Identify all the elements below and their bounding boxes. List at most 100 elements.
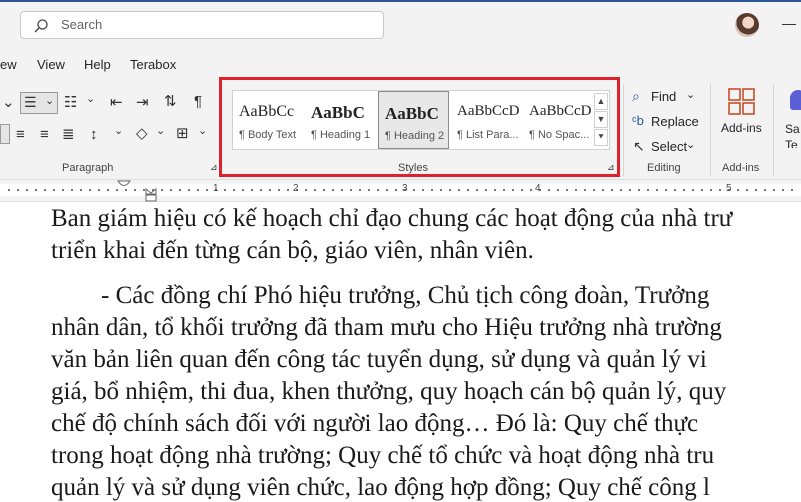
menu-terabox[interactable]: Terabox — [130, 57, 176, 72]
chevron-down-icon: ⌄ — [45, 95, 55, 107]
numbering-button[interactable]: ☰ ⌄ — [20, 92, 58, 114]
document-line[interactable]: Ban giám hiệu có kế hoạch chỉ đạo chung … — [51, 205, 732, 233]
search-icon — [34, 19, 48, 33]
document-line[interactable]: giá, bổ nhiệm, thi đua, khen thưởng, quy… — [51, 378, 726, 406]
document-line[interactable]: chế độ chính sách đối với người lao động… — [51, 410, 698, 438]
paragraph-dialog-launcher-icon[interactable]: ⊿ — [210, 163, 218, 172]
document-line[interactable]: nhân dân, tổ khối trưởng đã tham mưu cho… — [51, 314, 722, 342]
ruler-tick — [116, 189, 118, 191]
menu-view[interactable]: View — [37, 57, 65, 72]
multilevel-list-icon[interactable]: ☷ — [64, 95, 77, 110]
avatar[interactable] — [735, 13, 759, 37]
search-input[interactable]: Search — [61, 17, 102, 32]
ruler-tick — [386, 189, 388, 191]
search-box[interactable]: Search — [20, 11, 384, 39]
borders-icon[interactable]: ⊞ — [176, 126, 189, 141]
hanging-indent-marker-icon[interactable] — [144, 188, 158, 202]
ruler-tick — [431, 189, 433, 191]
document-line[interactable]: triển khai đến từng cán bộ, giáo viên, n… — [51, 237, 534, 265]
ruler-tick — [269, 189, 271, 191]
ruler-number: 5 — [726, 183, 732, 194]
align-right-icon[interactable]: ≡ — [40, 127, 49, 142]
ruler-tick — [575, 189, 577, 191]
replace-button[interactable]: ᶜb Replace — [632, 113, 702, 131]
save-icon — [790, 90, 801, 110]
ruler-number: 1 — [213, 183, 219, 194]
ruler-tick — [620, 189, 622, 191]
ruler-tick — [521, 189, 523, 191]
decrease-indent-icon[interactable]: ⇤ — [110, 95, 123, 110]
ruler-tick — [764, 189, 766, 191]
chevron-down-icon[interactable]: ⌄ — [114, 126, 123, 137]
ruler-tick — [341, 189, 343, 191]
justify-icon[interactable]: ≣ — [62, 127, 75, 142]
chevron-down-icon[interactable]: ⌄ — [198, 126, 207, 137]
divider — [710, 84, 711, 176]
divider — [623, 84, 624, 176]
ruler-tick — [566, 189, 568, 191]
menu-help[interactable]: Help — [84, 57, 111, 72]
minimize-icon[interactable] — [782, 24, 796, 25]
ruler-tick — [305, 189, 307, 191]
ruler-tick — [44, 189, 46, 191]
ruler-tick — [80, 189, 82, 191]
ruler-tick — [314, 189, 316, 191]
ruler-tick — [251, 189, 253, 191]
document-line[interactable]: - Các đồng chí Phó hiệu trưởng, Chủ tịch… — [51, 282, 709, 310]
ruler-tick — [161, 189, 163, 191]
ruler-number: 4 — [535, 183, 541, 194]
ruler-tick — [35, 189, 37, 191]
align-center-icon[interactable]: ≡ — [16, 127, 25, 142]
ruler-tick — [260, 189, 262, 191]
ruler-tick — [377, 189, 379, 191]
ruler-tick — [26, 189, 28, 191]
replace-icon: ᶜb — [632, 113, 644, 128]
ruler-tick — [584, 189, 586, 191]
chevron-down-icon[interactable]: ⌄ — [86, 94, 95, 105]
ruler-tick — [152, 189, 154, 191]
save-to-terabox-button[interactable]: Sa Te — [782, 88, 801, 148]
ruler-tick — [359, 189, 361, 191]
ruler-tick — [611, 189, 613, 191]
add-ins-button[interactable]: Add-ins — [716, 86, 770, 142]
add-ins-label: Add-ins — [721, 121, 762, 135]
show-formatting-icon[interactable]: ¶ — [194, 94, 202, 109]
menu-view-partial[interactable]: ew — [0, 57, 17, 72]
find-button[interactable]: ⌕ Find ⌄ — [632, 88, 702, 106]
ruler-tick — [233, 189, 235, 191]
shading-icon[interactable]: ◇ — [136, 126, 148, 141]
ruler-tick — [350, 189, 352, 191]
chevron-down-icon: ⌄ — [686, 89, 696, 101]
ruler-tick — [548, 189, 550, 191]
ruler-tick — [692, 189, 694, 191]
ruler-tick — [188, 189, 190, 191]
bullets-chevron-icon[interactable]: ⌄ — [2, 95, 15, 110]
chevron-down-icon[interactable]: ⌄ — [156, 126, 165, 137]
document-line[interactable]: trong hoạt động nhà trường; Quy chế tổ c… — [51, 442, 714, 470]
ruler-tick — [665, 189, 667, 191]
line-spacing-icon[interactable]: ↕ — [90, 127, 98, 142]
ruler-tick — [422, 189, 424, 191]
ruler-tick — [719, 189, 721, 191]
find-icon: ⌕ — [632, 88, 640, 104]
sort-icon[interactable]: ⇅ — [164, 94, 177, 109]
document-line[interactable]: quản lý và sử dụng viên chức, lao động h… — [51, 474, 710, 502]
styles-highlight-box — [219, 77, 620, 177]
ruler-tick — [53, 189, 55, 191]
ruler-number: 2 — [293, 183, 299, 194]
ruler-tick — [17, 189, 19, 191]
ruler-tick — [332, 189, 334, 191]
increase-indent-icon[interactable]: ⇥ — [136, 95, 149, 110]
ruler-tick — [494, 189, 496, 191]
ruler-tick — [89, 189, 91, 191]
find-label: Find — [651, 89, 677, 104]
first-line-indent-marker-icon[interactable] — [117, 180, 131, 190]
ruler-tick — [242, 189, 244, 191]
select-button[interactable]: ↖ Select ⌄ — [632, 138, 702, 156]
align-left-button[interactable] — [0, 124, 10, 144]
ruler-tick — [485, 189, 487, 191]
ruler-tick — [395, 189, 397, 191]
ruler-tick — [773, 189, 775, 191]
select-cursor-icon: ↖ — [633, 138, 645, 154]
document-line[interactable]: văn bản liên quan đến công tác tuyển dụn… — [51, 346, 707, 374]
